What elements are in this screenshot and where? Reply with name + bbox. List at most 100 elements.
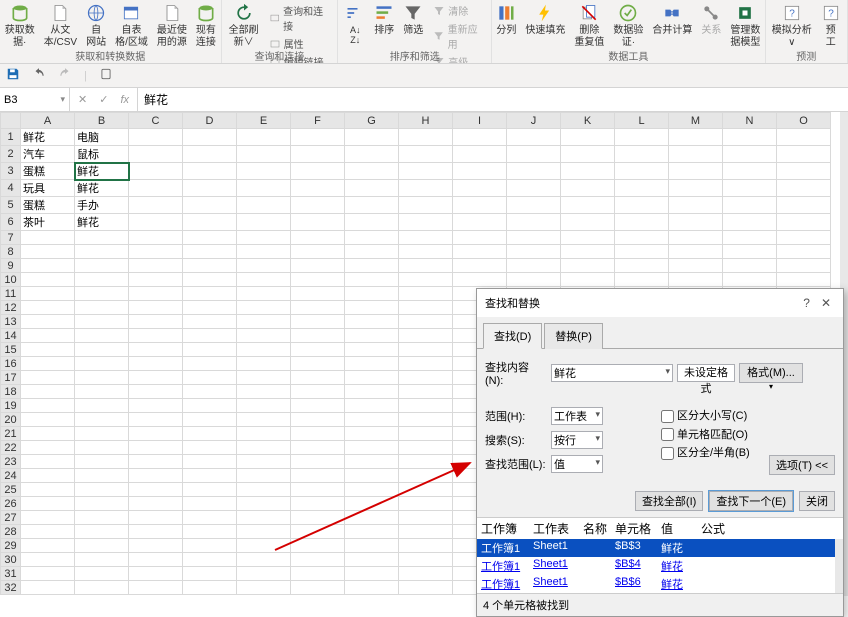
row-header-9[interactable]: 9: [1, 259, 21, 273]
cell-G29[interactable]: [345, 539, 399, 553]
close-button[interactable]: 关闭: [799, 491, 835, 511]
results-col-0[interactable]: 工作簿: [477, 518, 529, 539]
cell-F7[interactable]: [291, 231, 345, 245]
cell-E7[interactable]: [237, 231, 291, 245]
cell-A22[interactable]: [21, 441, 75, 455]
cell-G16[interactable]: [345, 357, 399, 371]
cell-K2[interactable]: [561, 146, 615, 163]
cell-D15[interactable]: [183, 343, 237, 357]
find-what-input[interactable]: 鲜花: [551, 364, 673, 382]
find-all-button[interactable]: 查找全部(I): [635, 491, 703, 511]
cell-H19[interactable]: [399, 399, 453, 413]
col-header-H[interactable]: H: [399, 113, 453, 129]
cell-D17[interactable]: [183, 371, 237, 385]
cell-D29[interactable]: [183, 539, 237, 553]
cell-J10[interactable]: [507, 273, 561, 287]
cell-O10[interactable]: [777, 273, 831, 287]
cell-F8[interactable]: [291, 245, 345, 259]
cell-G30[interactable]: [345, 553, 399, 567]
cell-H23[interactable]: [399, 455, 453, 469]
cell-B29[interactable]: [75, 539, 129, 553]
cell-H26[interactable]: [399, 497, 453, 511]
cell-F16[interactable]: [291, 357, 345, 371]
cell-B24[interactable]: [75, 469, 129, 483]
cell-C21[interactable]: [129, 427, 183, 441]
cell-E8[interactable]: [237, 245, 291, 259]
cell-I9[interactable]: [453, 259, 507, 273]
cell-H6[interactable]: [399, 214, 453, 231]
cell-C13[interactable]: [129, 315, 183, 329]
results-col-2[interactable]: 名称: [579, 518, 611, 539]
cell-M9[interactable]: [669, 259, 723, 273]
col-header-D[interactable]: D: [183, 113, 237, 129]
cell-O5[interactable]: [777, 197, 831, 214]
cell-H17[interactable]: [399, 371, 453, 385]
enter-icon[interactable]: ✓: [99, 93, 108, 106]
cell-M6[interactable]: [669, 214, 723, 231]
cell-E2[interactable]: [237, 146, 291, 163]
cell-G24[interactable]: [345, 469, 399, 483]
cell-D31[interactable]: [183, 567, 237, 581]
row-header-1[interactable]: 1: [1, 129, 21, 146]
cell-E24[interactable]: [237, 469, 291, 483]
row-header-18[interactable]: 18: [1, 385, 21, 399]
col-header-F[interactable]: F: [291, 113, 345, 129]
cell-H14[interactable]: [399, 329, 453, 343]
cell-F2[interactable]: [291, 146, 345, 163]
cell-C10[interactable]: [129, 273, 183, 287]
select-all-corner[interactable]: [1, 113, 21, 129]
cell-G21[interactable]: [345, 427, 399, 441]
cell-B23[interactable]: [75, 455, 129, 469]
cell-G6[interactable]: [345, 214, 399, 231]
cell-K1[interactable]: [561, 129, 615, 146]
cell-B16[interactable]: [75, 357, 129, 371]
cell-D2[interactable]: [183, 146, 237, 163]
tab-find[interactable]: 查找(D): [483, 323, 542, 349]
match-entire-check[interactable]: 单元格匹配(O): [661, 426, 769, 445]
cell-H28[interactable]: [399, 525, 453, 539]
cell-A12[interactable]: [21, 301, 75, 315]
look-in-select[interactable]: 值: [551, 455, 603, 473]
cell-E28[interactable]: [237, 525, 291, 539]
cell-M8[interactable]: [669, 245, 723, 259]
cell-H5[interactable]: [399, 197, 453, 214]
cell-H29[interactable]: [399, 539, 453, 553]
cell-F26[interactable]: [291, 497, 345, 511]
cell-H25[interactable]: [399, 483, 453, 497]
cell-A4[interactable]: 玩具: [21, 180, 75, 197]
cell-C8[interactable]: [129, 245, 183, 259]
cell-B2[interactable]: 鼠标: [75, 146, 129, 163]
cell-F22[interactable]: [291, 441, 345, 455]
cell-K3[interactable]: [561, 163, 615, 180]
save-icon[interactable]: [6, 67, 20, 84]
cell-B27[interactable]: [75, 511, 129, 525]
row-header-31[interactable]: 31: [1, 567, 21, 581]
cell-F11[interactable]: [291, 287, 345, 301]
cell-I7[interactable]: [453, 231, 507, 245]
cell-D10[interactable]: [183, 273, 237, 287]
results-col-4[interactable]: 值: [657, 518, 697, 539]
cell-B9[interactable]: [75, 259, 129, 273]
filter-item-0[interactable]: 清除: [431, 2, 487, 19]
cell-A18[interactable]: [21, 385, 75, 399]
cell-E11[interactable]: [237, 287, 291, 301]
cell-F23[interactable]: [291, 455, 345, 469]
cell-O3[interactable]: [777, 163, 831, 180]
cell-A10[interactable]: [21, 273, 75, 287]
row-header-7[interactable]: 7: [1, 231, 21, 245]
cell-G7[interactable]: [345, 231, 399, 245]
cell-H24[interactable]: [399, 469, 453, 483]
col-header-M[interactable]: M: [669, 113, 723, 129]
cell-A11[interactable]: [21, 287, 75, 301]
cell-L9[interactable]: [615, 259, 669, 273]
cell-C5[interactable]: [129, 197, 183, 214]
cell-E20[interactable]: [237, 413, 291, 427]
search-direction-select[interactable]: 按行: [551, 431, 603, 449]
cell-F3[interactable]: [291, 163, 345, 180]
cell-E16[interactable]: [237, 357, 291, 371]
results-col-1[interactable]: 工作表: [529, 518, 579, 539]
cell-F1[interactable]: [291, 129, 345, 146]
cell-H16[interactable]: [399, 357, 453, 371]
cell-C15[interactable]: [129, 343, 183, 357]
cell-L8[interactable]: [615, 245, 669, 259]
